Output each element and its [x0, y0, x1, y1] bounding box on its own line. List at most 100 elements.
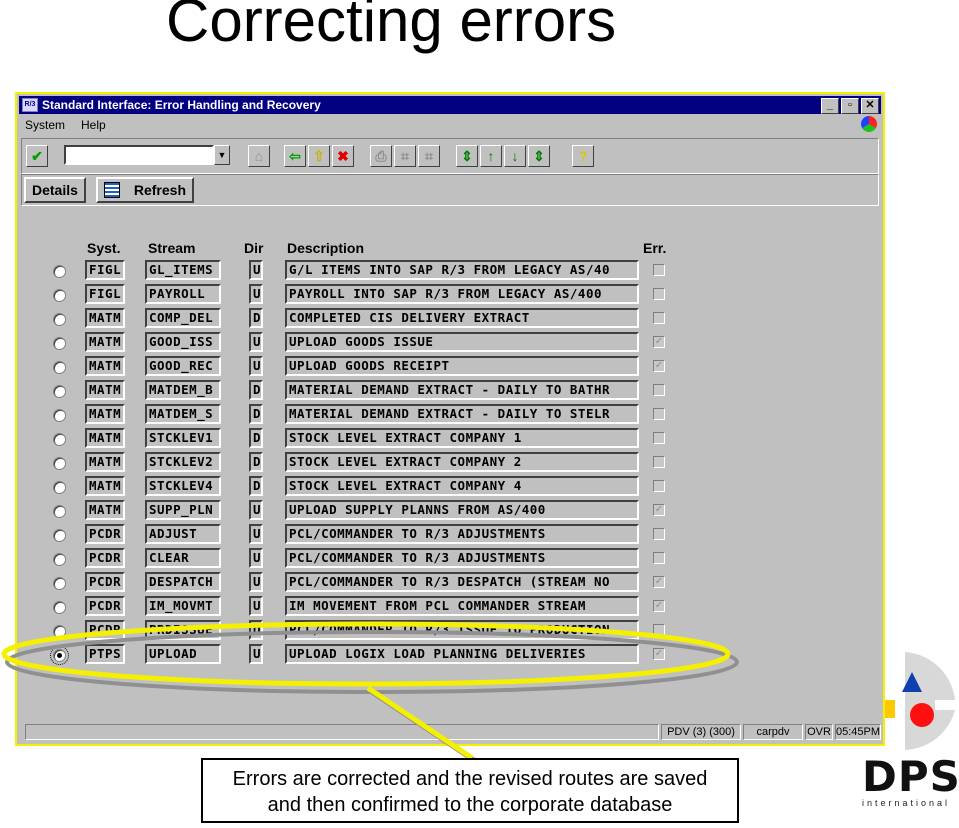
row-select-radio[interactable]	[53, 457, 66, 470]
restore-button[interactable]: ▫	[841, 98, 859, 114]
exit-icon: ⇧	[313, 147, 325, 164]
syst-field: MATM	[85, 380, 125, 400]
command-field[interactable]	[64, 145, 214, 165]
err-checkbox[interactable]	[653, 264, 665, 276]
status-server: carpdv	[743, 724, 803, 740]
col-header-stream: Stream	[148, 240, 196, 256]
dir-field: U	[249, 524, 263, 544]
stream-field: SUPP_PLN	[145, 500, 221, 520]
menu-system[interactable]: System	[25, 118, 65, 132]
previous-page-icon: ↑	[487, 148, 495, 164]
last-page-button[interactable]: ⇕	[528, 145, 550, 167]
find-button: ⌗	[394, 145, 416, 167]
syst-field: MATM	[85, 308, 125, 328]
row-select-radio[interactable]	[53, 601, 66, 614]
help-button[interactable]: ?	[572, 145, 594, 167]
syst-field: PCDR	[85, 572, 125, 592]
table-row: MATM STCKLEV4 D STOCK LEVEL EXTRACT COMPANY…	[17, 475, 883, 499]
syst-field: FIGL	[85, 260, 125, 280]
row-select-radio[interactable]	[53, 313, 66, 326]
row-select-radio[interactable]	[53, 553, 66, 566]
err-checkbox[interactable]	[653, 312, 665, 324]
err-checkbox[interactable]: ✓	[653, 648, 665, 660]
stream-field: CLEAR	[145, 548, 221, 568]
err-checkbox[interactable]	[653, 624, 665, 636]
callout-line-2: and then confirmed to the corporate data…	[267, 794, 673, 816]
back-button[interactable]: ⇦	[284, 145, 306, 167]
standard-toolbar: ▼ ✔ ⌂ ⇦ ⇧ ✖ ⎙ ⌗ ⌗ ⇕ ↑ ↓ ⇕?	[21, 138, 879, 174]
status-bar: PDV (3) (300) carpdv OVR 05:45PM	[21, 724, 881, 742]
status-message	[25, 724, 659, 740]
description-field: STOCK LEVEL EXTRACT COMPANY 1	[285, 428, 639, 448]
err-checkbox[interactable]: ✓	[653, 576, 665, 588]
row-select-radio[interactable]	[53, 625, 66, 638]
syst-field: PTPS	[85, 644, 125, 664]
row-select-radio[interactable]	[53, 265, 66, 278]
row-select-radio[interactable]	[53, 481, 66, 494]
err-checkbox[interactable]: ✓	[653, 600, 665, 612]
find-next-icon: ⌗	[425, 147, 433, 164]
syst-field: MATM	[85, 500, 125, 520]
row-select-radio[interactable]	[53, 433, 66, 446]
description-field: UPLOAD GOODS ISSUE	[285, 332, 639, 352]
close-button[interactable]: ✕	[861, 98, 879, 114]
syst-field: PCDR	[85, 524, 125, 544]
row-select-radio[interactable]	[53, 529, 66, 542]
err-checkbox[interactable]	[653, 432, 665, 444]
row-select-radio[interactable]	[50, 646, 69, 665]
syst-field: PCDR	[85, 548, 125, 568]
logo-red-circle	[910, 703, 934, 727]
refresh-button[interactable]: Refresh	[96, 177, 194, 203]
dir-field: U	[249, 260, 263, 280]
previous-page-button[interactable]: ↑	[480, 145, 502, 167]
err-checkbox[interactable]: ✓	[653, 360, 665, 372]
stream-field: ADJUST	[145, 524, 221, 544]
table-row: FIGL GL_ITEMS U G/L ITEMS INTO SAP R/3 FROM…	[17, 259, 883, 283]
err-checkbox[interactable]	[653, 288, 665, 300]
stream-field: PRDISSUE	[145, 620, 221, 640]
err-checkbox[interactable]	[653, 528, 665, 540]
description-field: UPLOAD SUPPLY PLANNS FROM AS/400	[285, 500, 639, 520]
dps-logo-graphic	[885, 652, 955, 750]
enter-button[interactable]: ✔	[26, 145, 48, 167]
err-checkbox[interactable]	[653, 408, 665, 420]
table-row: MATM GOOD_ISS U UPLOAD GOODS ISSUE ✓	[17, 331, 883, 355]
command-field-dropdown[interactable]: ▼	[214, 145, 230, 165]
row-select-radio[interactable]	[53, 577, 66, 590]
dir-field: U	[249, 500, 263, 520]
next-page-button[interactable]: ↓	[504, 145, 526, 167]
description-field: PCL/COMMANDER TO R/3 DESPATCH (STREAM NO	[285, 572, 639, 592]
row-select-radio[interactable]	[53, 337, 66, 350]
syst-field: FIGL	[85, 284, 125, 304]
description-field: IM MOVEMENT FROM PCL COMMANDER STREAM	[285, 596, 639, 616]
row-select-radio[interactable]	[53, 409, 66, 422]
find-next-button: ⌗	[418, 145, 440, 167]
err-checkbox[interactable]	[653, 552, 665, 564]
table-row: PCDR DESPATCH U PCL/COMMANDER TO R/3 DESPAT…	[17, 571, 883, 595]
row-select-radio[interactable]	[53, 385, 66, 398]
err-checkbox[interactable]: ✓	[653, 504, 665, 516]
row-select-radio[interactable]	[53, 361, 66, 374]
err-checkbox[interactable]	[653, 456, 665, 468]
stream-field: MATDEM_S	[145, 404, 221, 424]
enter-icon: ✔	[31, 147, 43, 164]
dir-field: D	[249, 380, 263, 400]
exit-button[interactable]: ⇧	[308, 145, 330, 167]
minimize-button[interactable]: _	[821, 98, 839, 114]
table-row: PCDR ADJUST U PCL/COMMANDER TO R/3 ADJUSTME…	[17, 523, 883, 547]
window-title: Standard Interface: Error Handling and R…	[42, 98, 321, 112]
save-button: ⌂	[248, 145, 270, 167]
first-page-button[interactable]: ⇕	[456, 145, 478, 167]
next-page-icon: ↓	[511, 148, 519, 164]
stream-field: STCKLEV4	[145, 476, 221, 496]
err-checkbox[interactable]: ✓	[653, 336, 665, 348]
err-checkbox[interactable]	[653, 384, 665, 396]
syst-field: PCDR	[85, 620, 125, 640]
row-select-radio[interactable]	[53, 505, 66, 518]
status-system: PDV (3) (300)	[661, 724, 741, 740]
err-checkbox[interactable]	[653, 480, 665, 492]
row-select-radio[interactable]	[53, 289, 66, 302]
menu-help[interactable]: Help	[81, 118, 106, 132]
details-button[interactable]: Details	[24, 177, 86, 203]
cancel-button[interactable]: ✖	[332, 145, 354, 167]
